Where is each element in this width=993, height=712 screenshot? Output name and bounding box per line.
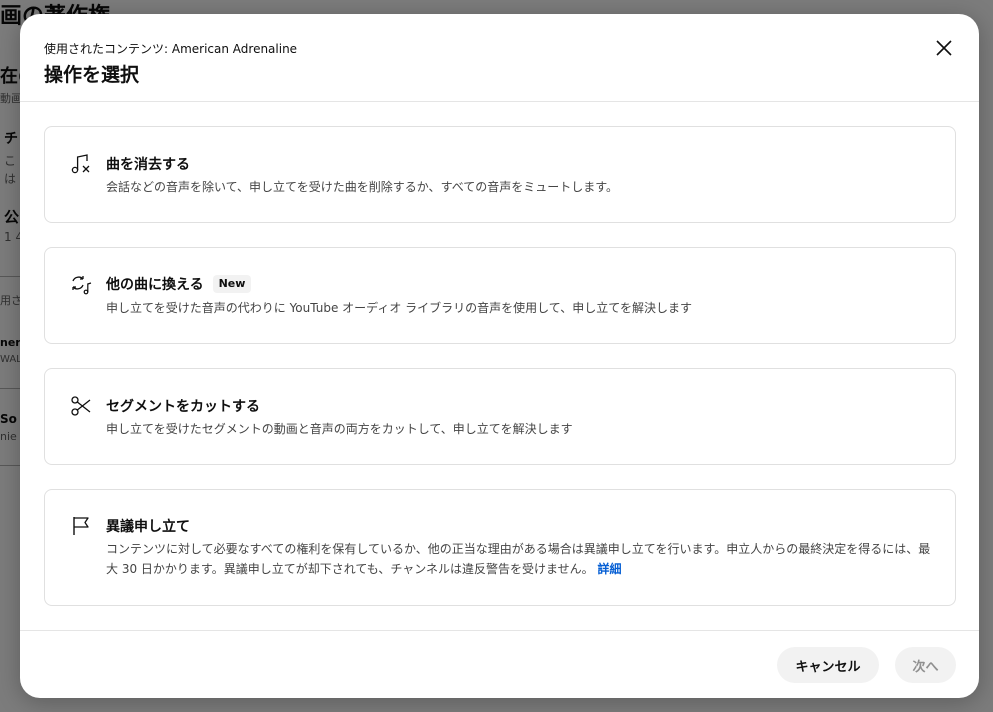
close-button[interactable]	[928, 32, 960, 64]
action-dialog: 使用されたコンテンツ: American Adrenaline 操作を選択 曲を…	[20, 14, 979, 698]
flag-icon	[69, 514, 93, 538]
option-description: コンテンツに対して必要なすべての権利を保有しているか、他の正当な理由がある場合は…	[106, 542, 931, 576]
close-icon	[936, 40, 952, 56]
dialog-header: 使用されたコンテンツ: American Adrenaline 操作を選択	[20, 14, 979, 102]
music-swap-icon	[69, 273, 93, 297]
option-title: セグメントをカットする	[106, 399, 260, 415]
dialog-footer: キャンセル 次へ	[20, 630, 979, 698]
option-title-row: 他の曲に換える New	[106, 274, 252, 294]
new-badge: New	[212, 275, 252, 293]
option-title: 異議申し立て	[106, 519, 190, 535]
option-description: 申し立てを受けたセグメントの動画と音声の両方をカットして、申し立てを解決します	[106, 422, 573, 436]
dialog-title: 操作を選択	[44, 64, 140, 86]
dialog-subtitle: 使用されたコンテンツ: American Adrenaline	[44, 42, 298, 56]
option-description: 会話などの音声を除いて、申し立てを受けた曲を削除するか、すべての音声をミュートし…	[106, 180, 619, 194]
option-title: 他の曲に換える	[106, 277, 204, 293]
scissors-icon	[69, 394, 93, 418]
music-note-remove-icon	[69, 152, 93, 176]
next-button[interactable]: 次へ	[895, 647, 956, 683]
cancel-button[interactable]: キャンセル	[777, 647, 879, 683]
option-replace-song[interactable]: 他の曲に換える New 申し立てを受けた音声の代わりに YouTube オーディ…	[44, 247, 956, 344]
option-cut-segment[interactable]: セグメントをカットする 申し立てを受けたセグメントの動画と音声の両方をカットして…	[44, 368, 956, 465]
learn-more-link[interactable]: 詳細	[598, 562, 622, 576]
option-title: 曲を消去する	[106, 157, 190, 173]
option-description-block: コンテンツに対して必要なすべての権利を保有しているか、他の正当な理由がある場合は…	[106, 539, 936, 579]
option-description: 申し立てを受けた音声の代わりに YouTube オーディオ ライブラリの音声を使…	[106, 301, 692, 315]
option-remove-song[interactable]: 曲を消去する 会話などの音声を除いて、申し立てを受けた曲を削除するか、すべての音…	[44, 126, 956, 223]
option-dispute[interactable]: 異議申し立て コンテンツに対して必要なすべての権利を保有しているか、他の正当な理…	[44, 489, 956, 606]
